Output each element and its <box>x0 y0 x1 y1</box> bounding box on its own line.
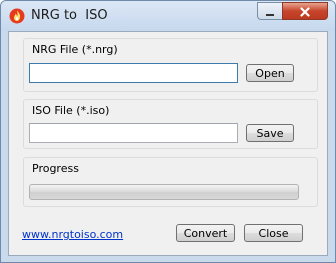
window-title: NRG to ISO <box>31 8 108 23</box>
flame-icon[interactable] <box>9 8 25 24</box>
iso-file-label: ISO File (*.iso) <box>32 104 110 117</box>
close-window-button[interactable] <box>282 2 328 20</box>
minimize-button[interactable] <box>257 2 283 20</box>
nrg-file-input[interactable] <box>29 63 238 83</box>
open-button[interactable]: Open <box>246 64 294 82</box>
iso-file-input[interactable] <box>29 123 238 143</box>
save-button[interactable]: Save <box>246 124 294 142</box>
nrg-file-label: NRG File (*.nrg) <box>32 43 118 56</box>
title-bar[interactable]: NRG to ISO <box>1 1 335 31</box>
progress-bar <box>29 184 299 200</box>
app-window: NRG to ISO NRG File (*.nrg) Open ISO Fil… <box>0 0 336 263</box>
close-icon <box>300 2 310 21</box>
convert-button[interactable]: Convert <box>176 224 235 242</box>
progress-label: Progress <box>32 162 79 175</box>
nrg-file-group: NRG File (*.nrg) Open <box>23 38 318 92</box>
website-link[interactable]: www.nrgtoiso.com <box>22 228 123 241</box>
client-area: NRG File (*.nrg) Open ISO File (*.iso) S… <box>8 31 328 256</box>
progress-group: Progress <box>23 157 318 207</box>
minimize-icon <box>265 2 275 21</box>
close-button[interactable]: Close <box>244 224 303 242</box>
iso-file-group: ISO File (*.iso) Save <box>23 99 318 149</box>
